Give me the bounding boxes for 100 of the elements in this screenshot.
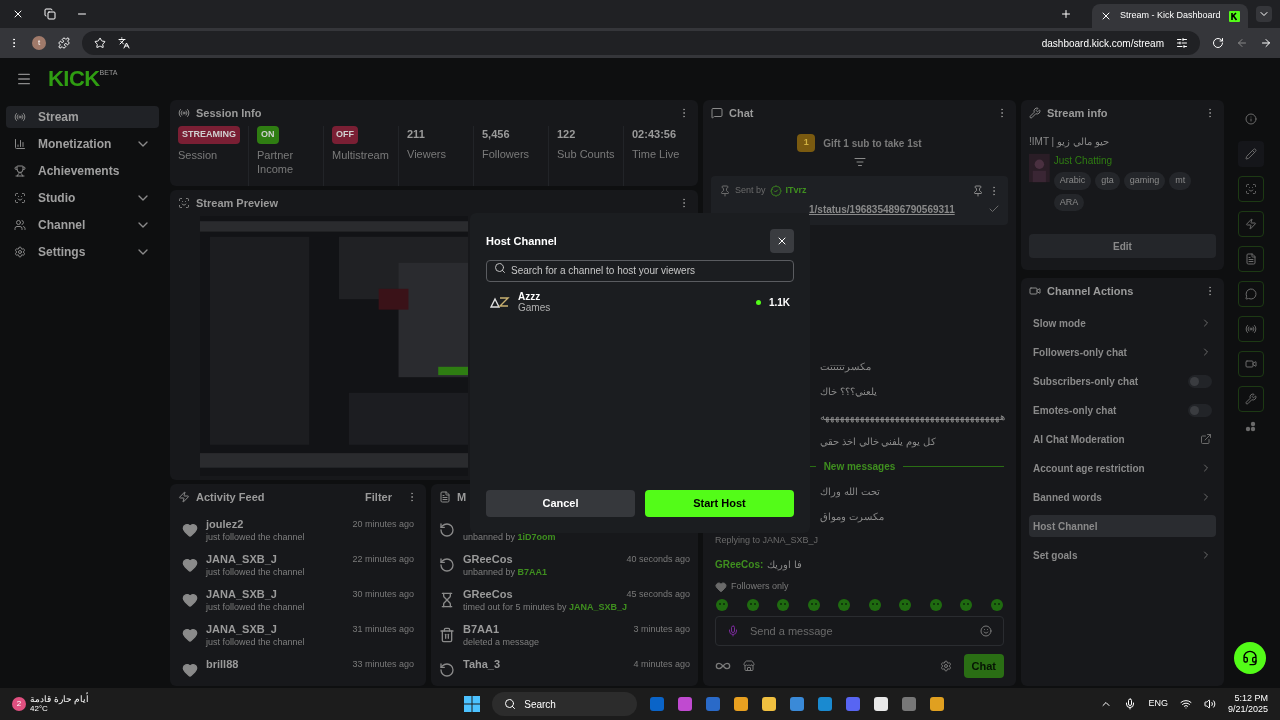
stat-label: Followers [482,146,531,161]
rank-badge: 1 [797,134,816,152]
chat-message: يلعني؟؟؟ خاك [820,384,877,399]
stat-value: 02:43:56 [632,127,678,142]
status-badge: ON [257,126,279,144]
timestamp: 45 seconds ago [626,588,690,601]
username: JANA_SXB_J [206,588,278,601]
username: joulez2 [206,518,245,531]
username: B7AA1 [463,623,501,636]
message-link[interactable]: 1/status/1968354896790569311 [809,201,955,217]
timestamp: 4 minutes ago [633,658,690,671]
action-item[interactable]: Banned words [1029,486,1216,508]
channel-name: Azzz [518,291,542,302]
taskbar-search[interactable]: Search [492,692,638,716]
tag[interactable]: ARA [1053,193,1085,211]
panel-title: M [457,489,467,505]
kick-logo: KICK [48,68,100,90]
clock-time: 5:12 PM [1234,693,1268,704]
action-item[interactable]: Subscribers-only chat [1029,370,1216,392]
viewer-count: 1.1K [768,295,790,310]
url-text: dashboard.kick.com/stream [1041,36,1164,51]
stat-label: Multistream [332,147,390,162]
chat-message: تحت الله وراك [820,484,880,499]
category-link[interactable]: Just Chatting [1053,153,1216,168]
channel-search-field[interactable]: Search for a channel to host your viewers [486,259,794,282]
panel-title: Channel Actions [1047,283,1134,299]
weather-icon: 2 [12,697,26,711]
stat-label: Sub Counts [557,146,615,161]
reply-text: Replying to JANA_SXB_J [715,533,820,547]
new-messages-divider: New messages [823,459,896,474]
chat-message: ههههههههههههههههههههههههههههههههههههه [820,409,1005,424]
timestamp: 20 minutes ago [352,518,414,531]
language-indicator[interactable]: ENG [1148,697,1168,711]
panel-title: Stream Preview [196,195,278,211]
status-badge: OFF [332,126,358,144]
sent-by-label: Sent by [735,184,766,197]
action-item[interactable]: Followers-only chat [1029,341,1216,363]
action-item[interactable]: Slow mode [1029,312,1216,334]
action-item[interactable]: Emotes-only chat [1029,399,1216,421]
panel-title: Chat [729,105,754,121]
tag[interactable]: Arabic [1053,172,1092,190]
activity-text: just followed the channel [206,566,306,578]
address-bar[interactable]: dashboard.kick.com/stream [82,31,1200,55]
activity-text: just followed the channel [206,531,306,543]
message-input[interactable]: Send a message [715,615,1004,646]
sidebar-item[interactable]: Studio [6,187,159,209]
browser-tab[interactable]: Stream - Kick Dashboard [1092,4,1248,28]
username: GReeCos: [715,558,764,572]
tab-title: Stream - Kick Dashboard [1120,9,1221,23]
log-text: timed out for 5 minutes by JANA_SXB_J [463,601,629,613]
tag[interactable]: gaming [1123,172,1166,190]
username: brill88 [206,658,240,671]
sidebar-item[interactable]: Stream [6,106,159,128]
sidebar-item[interactable]: Monetization [6,133,159,155]
username: ITvrz [785,184,807,197]
weather-text: أيام حارة قادمة [30,694,89,704]
log-text: deleted a message [463,636,541,648]
log-text: unbanned by B7AA1 [463,566,549,578]
channel-result[interactable]: Azzz Games 1.1K [486,287,794,317]
stat-label: Time Live [632,146,681,161]
action-item[interactable]: Host Channel [1029,515,1216,537]
action-item[interactable]: AI Chat Moderation [1029,428,1216,450]
sidebar-item[interactable]: Settings [6,241,159,263]
timestamp: 33 minutes ago [352,658,414,671]
clock-date: 9/21/2025 [1227,704,1268,715]
chat-message: مكسرتتتتتت [820,359,871,374]
profile-avatar[interactable]: t [32,36,46,50]
chat-message: مكسرت ومواق [820,509,884,524]
start-host-button[interactable]: Start Host [645,490,794,517]
tag[interactable]: mt [1169,172,1192,190]
stat-label: Partner Income [257,147,295,176]
username: JANA_SXB_J [206,553,278,566]
stream-title: !IMT | حيو مالي زيو [1029,135,1110,149]
status-badge: STREAMING [178,126,240,144]
sidebar-item[interactable]: Achievements [6,160,159,182]
panel-title: Session Info [196,105,262,121]
stat-value: 122 [557,127,577,142]
action-item[interactable]: Set goals [1029,544,1216,566]
gift-text: Gift 1 sub to take 1st [823,136,922,151]
sidebar-item[interactable]: Channel [6,214,159,236]
edit-button[interactable]: Edit [1029,234,1216,258]
timestamp: 30 minutes ago [352,588,414,601]
chat-message: كل يوم يلفني خالي اخذ حقي [820,434,936,449]
chat-mode: Followers only [731,580,789,593]
cancel-button[interactable]: Cancel [486,490,635,517]
timestamp: 22 minutes ago [352,553,414,566]
stat-label: Viewers [407,146,447,161]
username: GReeCos [463,553,514,566]
username: JANA_SXB_J [206,623,278,636]
panel-title: Activity Feed [196,489,265,505]
stat-label: Session [178,147,219,162]
chat-send-button[interactable]: Chat [963,653,1004,678]
activity-text: just followed the channel [206,601,306,613]
action-item[interactable]: Account age restriction [1029,457,1216,479]
activity-text: just followed the channel [206,636,306,648]
username: GReeCos [463,588,514,601]
tag[interactable]: gta [1095,172,1120,190]
username: Taha_3 [463,658,502,671]
panel-title: Stream info [1047,105,1108,121]
filter-button[interactable]: Filter [365,488,392,506]
